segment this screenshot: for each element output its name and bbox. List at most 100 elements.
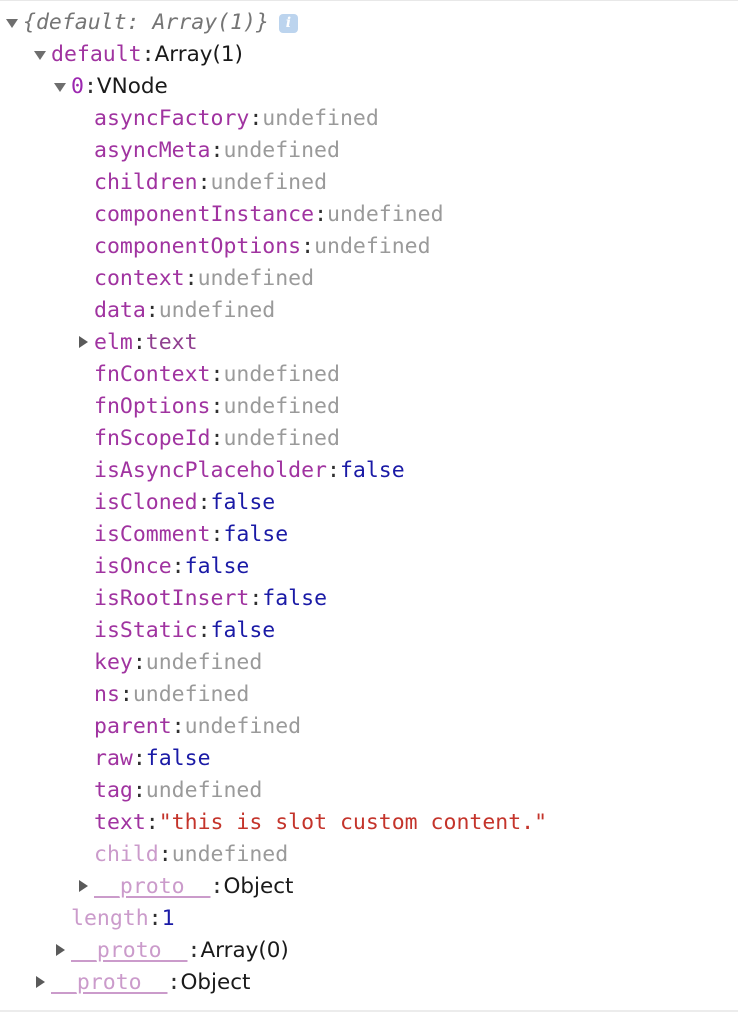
object-property-row[interactable]: 0: VNode xyxy=(0,71,738,103)
property-key: asyncFactory xyxy=(94,106,250,131)
object-tree-root-row[interactable]: {default: Array(1)} xyxy=(0,7,738,39)
property-separator: : xyxy=(249,586,263,611)
property-key: isOnce xyxy=(94,554,172,579)
object-property-row: fnScopeId: undefined xyxy=(0,423,738,455)
disclosure-triangle-closed-icon[interactable] xyxy=(32,967,51,999)
property-value: undefined xyxy=(210,170,328,195)
disclosure-triangle-closed-icon[interactable] xyxy=(75,327,94,359)
property-separator: : xyxy=(145,298,159,323)
property-value: undefined xyxy=(223,394,340,419)
object-property-row: fnContext: undefined xyxy=(0,359,738,391)
property-value: undefined xyxy=(132,682,250,707)
property-separator: : xyxy=(145,810,159,835)
property-key: fnContext xyxy=(94,362,211,387)
object-property-row[interactable]: __proto__: Object xyxy=(0,967,738,999)
property-separator: : xyxy=(158,842,172,867)
property-separator: : xyxy=(197,170,211,195)
object-property-row: isComment: false xyxy=(0,519,738,551)
property-value: Array(0) xyxy=(200,938,289,963)
object-property-row: isStatic: false xyxy=(0,615,738,647)
property-key: isStatic xyxy=(94,618,198,643)
property-separator: : xyxy=(210,138,224,163)
property-key: parent xyxy=(94,714,172,739)
property-value: undefined xyxy=(158,298,276,323)
disclosure-triangle-closed-icon[interactable] xyxy=(52,935,71,967)
root-object-preview: {default: Array(1)} xyxy=(23,10,269,35)
property-value: false xyxy=(210,618,276,643)
property-key: fnScopeId xyxy=(94,426,211,451)
property-separator: : xyxy=(167,970,181,995)
property-value: undefined xyxy=(262,106,379,131)
property-separator: : xyxy=(119,682,133,707)
property-value: false xyxy=(184,554,250,579)
property-key: tag xyxy=(94,778,133,803)
property-value: undefined xyxy=(184,714,302,739)
property-key: 0 xyxy=(71,74,84,99)
property-key: isRootInsert xyxy=(94,586,250,611)
object-property-row: key: undefined xyxy=(0,647,738,679)
object-tree: {default: Array(1)} default: Array(1)0: … xyxy=(0,1,738,999)
property-separator: : xyxy=(187,938,201,963)
object-tree-rows: default: Array(1) 0: VNode asyncFactory: u… xyxy=(0,39,738,999)
property-separator: : xyxy=(132,330,146,355)
object-property-row: isCloned: false xyxy=(0,487,738,519)
property-key: context xyxy=(94,266,185,291)
property-key: asyncMeta xyxy=(94,138,211,163)
property-separator: : xyxy=(132,778,146,803)
property-separator: : xyxy=(314,202,328,227)
property-value: undefined xyxy=(197,266,315,291)
object-property-row[interactable]: __proto__: Array(0) xyxy=(0,935,738,967)
property-value: undefined xyxy=(145,650,263,675)
property-value: 1 xyxy=(161,906,175,931)
object-property-row[interactable]: elm: text xyxy=(0,327,738,359)
property-key: text xyxy=(94,810,146,835)
property-value: undefined xyxy=(145,778,263,803)
object-property-row: tag: undefined xyxy=(0,775,738,807)
property-value: Object xyxy=(223,874,294,899)
info-icon[interactable] xyxy=(278,13,298,33)
object-property-row[interactable]: default: Array(1) xyxy=(0,39,738,71)
property-separator: : xyxy=(171,714,185,739)
property-separator: : xyxy=(141,42,155,67)
object-property-row: parent: undefined xyxy=(0,711,738,743)
object-property-row[interactable]: __proto__: Object xyxy=(0,871,738,903)
property-key: __proto__ xyxy=(71,938,188,963)
property-value: false xyxy=(145,746,211,771)
disclosure-triangle-open-icon[interactable] xyxy=(4,7,23,39)
property-key: isCloned xyxy=(94,490,198,515)
disclosure-triangle-closed-icon[interactable] xyxy=(75,871,94,903)
property-key: children xyxy=(94,170,198,195)
object-property-row: isAsyncPlaceholder: false xyxy=(0,455,738,487)
property-key: isAsyncPlaceholder xyxy=(94,458,327,483)
disclosure-triangle-open-icon[interactable] xyxy=(32,39,51,71)
property-key: length xyxy=(71,906,149,931)
property-key: componentInstance xyxy=(94,202,315,227)
property-separator: : xyxy=(132,746,146,771)
property-value: false xyxy=(210,490,276,515)
property-key: __proto__ xyxy=(51,970,168,995)
property-key: raw xyxy=(94,746,133,771)
property-value: undefined xyxy=(327,202,444,227)
property-value: Object xyxy=(180,970,251,995)
object-property-row: componentOptions: undefined xyxy=(0,231,738,263)
disclosure-triangle-open-icon[interactable] xyxy=(52,71,71,103)
property-value: VNode xyxy=(96,74,168,99)
property-value: undefined xyxy=(314,234,431,259)
property-value: false xyxy=(262,586,328,611)
property-separator: : xyxy=(210,394,224,419)
property-value: undefined xyxy=(171,842,289,867)
